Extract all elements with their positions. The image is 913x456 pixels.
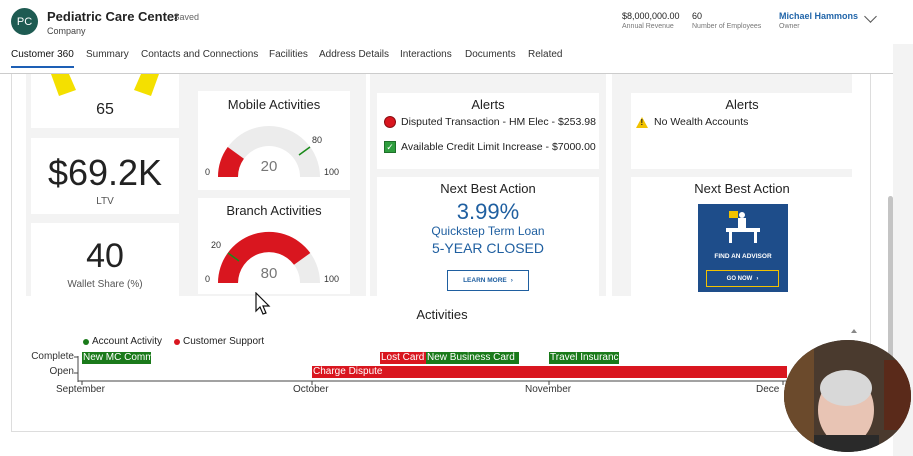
tab-interactions[interactable]: Interactions	[400, 49, 452, 60]
active-tab-indicator	[11, 66, 74, 68]
owner-label: Owner	[779, 23, 800, 30]
annual-revenue-value: $8,000,000.00	[622, 11, 680, 21]
alerts-card-right: Alerts No Wealth Accounts	[631, 93, 853, 169]
tab-documents[interactable]: Documents	[465, 49, 516, 60]
wallet-share-label: Wallet Share (%)	[67, 279, 143, 290]
next-best-action-card-right: Next Best Action FIND AN ADVISOR GO NOW …	[631, 177, 853, 296]
presenter-video-icon	[784, 340, 911, 452]
record-type: Company	[47, 26, 86, 36]
alert-no-wealth-accounts[interactable]: No Wealth Accounts	[636, 116, 748, 128]
warning-icon	[636, 116, 648, 128]
branch-gauge-min: 0	[205, 274, 211, 284]
record-title: Pediatric Care Center	[47, 9, 180, 24]
customer-360-dashboard[interactable]: 65 $69.2K LTV 40 Wallet Share (%) Mobile…	[11, 74, 871, 432]
timeline-bar-lost-card[interactable]: Lost Card	[380, 352, 426, 364]
partial-gauge-value: 65	[96, 101, 114, 118]
x-axis-label: Dece	[756, 384, 780, 395]
advisor-desk-icon	[726, 211, 760, 243]
annual-revenue-field: $8,000,000.00 Annual Revenue	[622, 11, 680, 30]
tab-summary[interactable]: Summary	[86, 49, 129, 60]
branch-gauge-target: 20	[211, 240, 222, 250]
find-advisor-text: FIND AN ADVISOR	[714, 253, 772, 260]
owner-link[interactable]: Michael Hammons	[779, 11, 858, 21]
record-avatar: PC	[11, 8, 38, 35]
timeline-scroll-up-icon[interactable]	[851, 329, 857, 333]
checkmark-icon: ✓	[384, 141, 396, 153]
employees-value: 60	[692, 11, 703, 21]
tab-facilities[interactable]: Facilities	[269, 49, 308, 60]
nba-rate: 3.99%	[456, 199, 520, 224]
wallet-share-value: 40	[86, 237, 124, 275]
annual-revenue-label: Annual Revenue	[622, 23, 674, 30]
go-now-label: GO NOW	[726, 275, 753, 282]
tab-contacts-and-connections[interactable]: Contacts and Connections	[141, 49, 258, 60]
x-axis-label: November	[525, 384, 572, 395]
tab-customer-360[interactable]: Customer 360	[11, 49, 74, 60]
mobile-gauge-value: 20	[260, 158, 278, 175]
mouse-cursor-icon	[255, 292, 271, 315]
timeline-bar-new-business-card[interactable]: New Business Card	[426, 352, 519, 364]
mobile-gauge-max: 100	[324, 167, 340, 177]
mobile-gauge-target: 80	[312, 135, 323, 145]
chevron-right-icon: ›	[756, 275, 759, 282]
chevron-right-icon: ›	[510, 277, 513, 284]
employees-label: Number of Employees	[692, 23, 762, 30]
activities-title: Activities	[416, 307, 468, 322]
alert-text: Disputed Transaction - HM Elec - $253.98	[401, 116, 596, 128]
find-advisor-banner[interactable]: FIND AN ADVISOR GO NOW ›	[698, 204, 788, 292]
timeline-bar-new-mc-comm[interactable]: New MC Comm	[82, 352, 151, 364]
ltv-label: LTV	[96, 196, 114, 207]
nba-left-title: Next Best Action	[440, 181, 536, 196]
learn-more-button[interactable]: LEARN MORE ›	[447, 270, 529, 291]
employees-field: 60 Number of Employees	[692, 11, 761, 30]
nba-product: Quickstep Term Loan	[431, 224, 545, 238]
ltv-value: $69.2K	[47, 152, 163, 193]
alert-disputed-transaction[interactable]: Disputed Transaction - HM Elec - $253.98	[384, 116, 596, 128]
saved-status: - Saved	[168, 12, 200, 22]
branch-gauge-max: 100	[324, 274, 340, 284]
alerts-card-left: Alerts Disputed Transaction - HM Elec - …	[377, 93, 599, 169]
alert-text: No Wealth Accounts	[654, 116, 749, 128]
branch-gauge-value: 80	[260, 265, 278, 282]
nba-term: 5-YEAR CLOSED	[431, 240, 545, 256]
mobile-activities-card: Mobile Activities 0 100 80 20	[198, 91, 350, 190]
x-axis-label: October	[293, 384, 329, 395]
chevron-down-icon[interactable]	[864, 10, 877, 23]
record-header: PC Pediatric Care Center - Saved Company…	[0, 0, 893, 44]
branch-activities-card: Branch Activities 0 100 20 80	[198, 198, 350, 294]
tab-address-details[interactable]: Address Details	[319, 49, 389, 60]
timeline-bar-charge-dispute[interactable]: Charge Dispute	[312, 366, 787, 378]
alerts-right-title: Alerts	[725, 97, 759, 112]
red-circle-icon	[384, 116, 396, 128]
partial-gauge-card: 65	[31, 74, 179, 128]
alerts-left-title: Alerts	[471, 97, 505, 112]
alert-text: Available Credit Limit Increase - $7000.…	[401, 141, 596, 153]
tab-bar: Customer 360 Summary Contacts and Connec…	[0, 44, 893, 70]
wallet-share-card: 40 Wallet Share (%)	[31, 223, 179, 296]
timeline-bar-travel-insurance[interactable]: Travel Insuranc	[549, 352, 619, 364]
owner-field[interactable]: Michael Hammons Owner	[779, 11, 858, 30]
mobile-gauge-min: 0	[205, 167, 211, 177]
tab-related[interactable]: Related	[528, 49, 562, 60]
learn-more-label: LEARN MORE	[463, 277, 507, 284]
alert-credit-limit[interactable]: ✓ Available Credit Limit Increase - $700…	[384, 141, 596, 153]
presenter-webcam	[784, 340, 911, 452]
next-best-action-card-left: Next Best Action 3.99% Quickstep Term Lo…	[377, 177, 599, 296]
nba-right-title: Next Best Action	[694, 181, 790, 196]
ltv-card: $69.2K LTV	[31, 138, 179, 214]
x-axis-label: September	[56, 384, 105, 395]
go-now-button[interactable]: GO NOW ›	[706, 270, 779, 287]
